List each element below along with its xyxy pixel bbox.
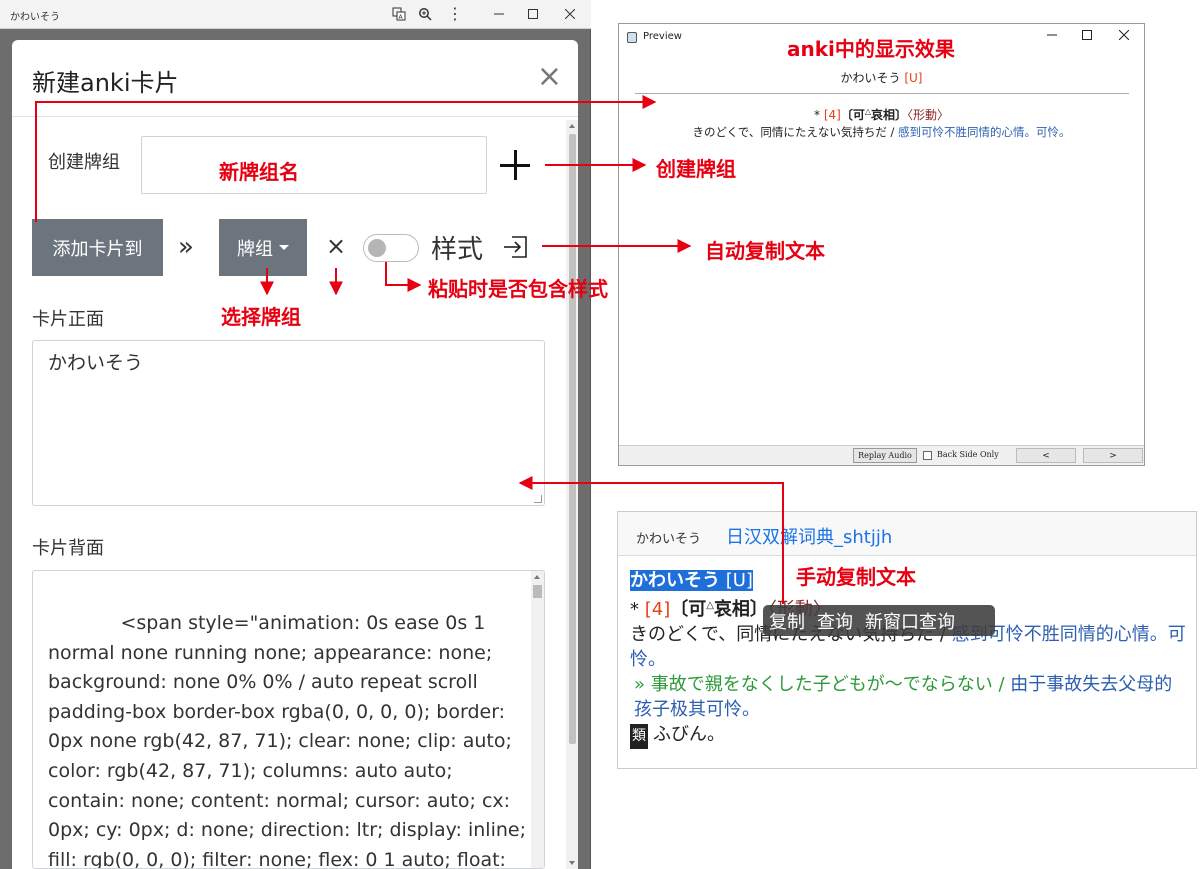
annotation-manual-copy: 手动复制文本 bbox=[796, 565, 916, 589]
arrow-manual-copy bbox=[518, 476, 784, 604]
arrow-paste-style bbox=[385, 262, 422, 292]
annotation-new-deck-name: 新牌组名 bbox=[219, 160, 299, 184]
annotation-arrows bbox=[35, 95, 784, 604]
annotation-create-deck: 创建牌组 bbox=[656, 157, 736, 181]
annotation-paste-style: 粘贴时是否包含样式 bbox=[428, 277, 608, 301]
annotation-anki-display: anki中的显示效果 bbox=[787, 37, 955, 61]
arrow-add-to-preview bbox=[35, 95, 657, 222]
annotation-select-deck: 选择牌组 bbox=[221, 305, 301, 329]
annotation-auto-copy: 自动复制文本 bbox=[705, 239, 825, 263]
